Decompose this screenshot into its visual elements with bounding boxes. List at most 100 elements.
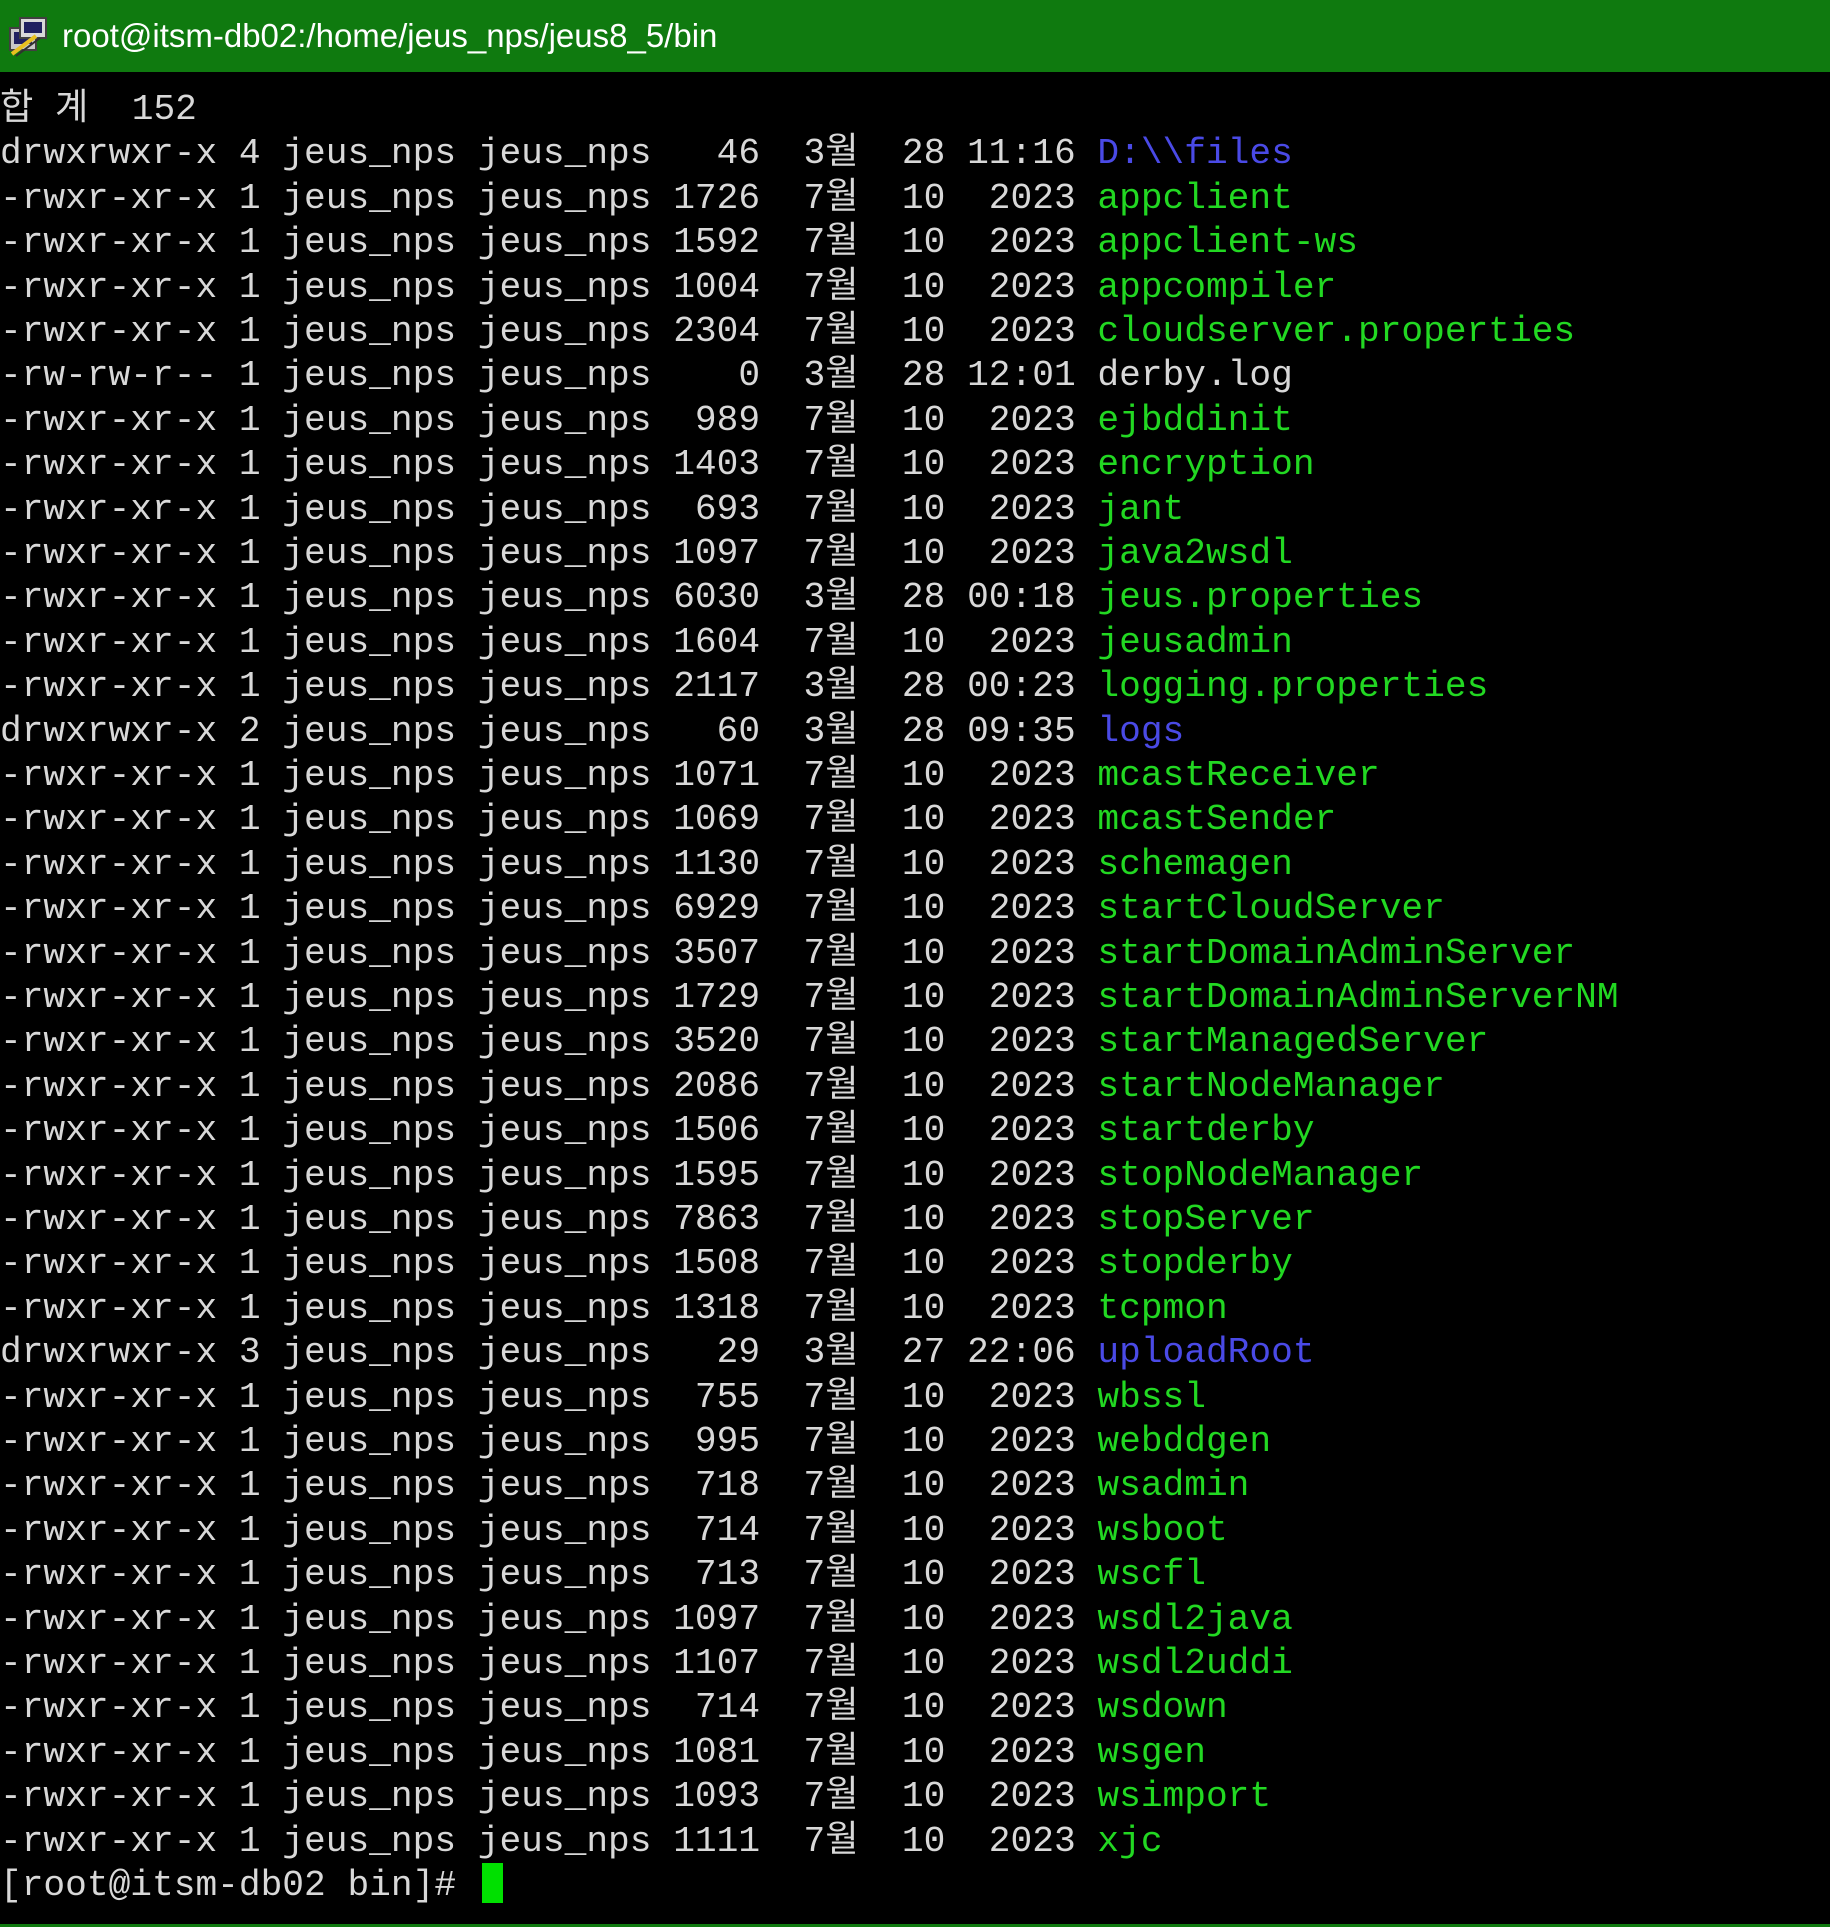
- listing-row: -rwxr-xr-x 1 jeus_nps jeus_nps 2304 7월 1…: [0, 310, 1575, 354]
- file-name: schemagen: [1097, 843, 1293, 885]
- file-name: appclient-ws: [1097, 222, 1358, 264]
- file-name: logging.properties: [1097, 666, 1489, 708]
- file-name: wscfl: [1097, 1554, 1206, 1596]
- listing-row: drwxrwxr-x 4 jeus_nps jeus_nps 46 3월 28 …: [0, 132, 1293, 176]
- file-name: mcastReceiver: [1097, 755, 1380, 796]
- file-name: startderby: [1097, 1110, 1315, 1152]
- file-meta: -rwxr-xr-x 1 jeus_nps jeus_nps 1069 7월 1…: [0, 799, 1098, 841]
- file-meta: -rwxr-xr-x 1 jeus_nps jeus_nps 1595 7월 1…: [0, 1154, 1098, 1196]
- file-name: cloudserver.properties: [1097, 311, 1576, 352]
- file-name: wsdl2java: [1097, 1598, 1293, 1640]
- listing-row: -rwxr-xr-x 1 jeus_nps jeus_nps 6929 7월 1…: [0, 887, 1445, 931]
- listing-row: -rwxr-xr-x 1 jeus_nps jeus_nps 1403 7월 1…: [0, 443, 1315, 487]
- listing-row: -rwxr-xr-x 1 jeus_nps jeus_nps 1111 7월 1…: [0, 1820, 1163, 1864]
- file-name: ejbddinit: [1097, 399, 1293, 441]
- listing-row: -rwxr-xr-x 1 jeus_nps jeus_nps 1093 7월 1…: [0, 1775, 1271, 1819]
- listing-row: -rwxr-xr-x 1 jeus_nps jeus_nps 1097 7월 1…: [0, 1598, 1293, 1642]
- prompt-line[interactable]: [root@itsm-db02 bin]#: [0, 1863, 503, 1908]
- listing-row: drwxrwxr-x 2 jeus_nps jeus_nps 60 3월 28 …: [0, 710, 1184, 754]
- listing-row: -rwxr-xr-x 1 jeus_nps jeus_nps 1081 7월 1…: [0, 1731, 1206, 1775]
- listing-row: -rwxr-xr-x 1 jeus_nps jeus_nps 1107 7월 1…: [0, 1642, 1293, 1686]
- file-meta: -rwxr-xr-x 1 jeus_nps jeus_nps 1506 7월 1…: [0, 1110, 1098, 1152]
- file-meta: -rwxr-xr-x 1 jeus_nps jeus_nps 755 7월 10…: [0, 1376, 1098, 1418]
- terminal-output[interactable]: 합 계 152 drwxrwxr-x 4 jeus_nps jeus_nps 4…: [0, 88, 1830, 1927]
- listing-row: -rwxr-xr-x 1 jeus_nps jeus_nps 1097 7월 1…: [0, 532, 1293, 576]
- listing-row: -rwxr-xr-x 1 jeus_nps jeus_nps 714 7월 10…: [0, 1686, 1228, 1730]
- file-meta: drwxrwxr-x 2 jeus_nps jeus_nps 60 3월 28 …: [0, 710, 1098, 752]
- file-meta: -rwxr-xr-x 1 jeus_nps jeus_nps 1081 7월 1…: [0, 1731, 1098, 1773]
- listing-row: -rwxr-xr-x 1 jeus_nps jeus_nps 1004 7월 1…: [0, 266, 1336, 310]
- file-name: stopNodeManager: [1097, 1154, 1424, 1196]
- file-name: webddgen: [1097, 1421, 1272, 1462]
- file-meta: -rwxr-xr-x 1 jeus_nps jeus_nps 1097 7월 1…: [0, 1598, 1098, 1640]
- file-name: wsadmin: [1097, 1465, 1250, 1507]
- listing-row: -rw-rw-r-- 1 jeus_nps jeus_nps 0 3월 28 1…: [0, 354, 1293, 398]
- listing-row: -rwxr-xr-x 1 jeus_nps jeus_nps 1506 7월 1…: [0, 1109, 1315, 1153]
- file-meta: -rwxr-xr-x 1 jeus_nps jeus_nps 6030 3월 2…: [0, 577, 1098, 619]
- file-name: wsdl2uddi: [1097, 1643, 1293, 1684]
- listing-row: -rwxr-xr-x 1 jeus_nps jeus_nps 989 7월 10…: [0, 399, 1293, 443]
- file-name: startDomainAdminServer: [1097, 932, 1576, 974]
- title-bar[interactable]: root@itsm-db02:/home/jeus_nps/jeus8_5/bi…: [0, 0, 1830, 72]
- listing-row: -rwxr-xr-x 1 jeus_nps jeus_nps 2117 3월 2…: [0, 665, 1488, 709]
- directory-name: logs: [1097, 710, 1185, 752]
- listing-row: -rwxr-xr-x 1 jeus_nps jeus_nps 1729 7월 1…: [0, 976, 1619, 1020]
- file-meta: -rwxr-xr-x 1 jeus_nps jeus_nps 1130 7월 1…: [0, 843, 1098, 885]
- listing-row: -rwxr-xr-x 1 jeus_nps jeus_nps 7863 7월 1…: [0, 1198, 1315, 1242]
- listing-row: -rwxr-xr-x 1 jeus_nps jeus_nps 3520 7월 1…: [0, 1020, 1488, 1064]
- listing-row: -rwxr-xr-x 1 jeus_nps jeus_nps 718 7월 10…: [0, 1464, 1249, 1508]
- file-name: encryption: [1097, 444, 1315, 486]
- file-name: jeus.properties: [1097, 577, 1424, 619]
- listing-row: -rwxr-xr-x 1 jeus_nps jeus_nps 3507 7월 1…: [0, 932, 1575, 976]
- file-meta: -rwxr-xr-x 1 jeus_nps jeus_nps 1403 7월 1…: [0, 444, 1098, 486]
- listing-row: -rwxr-xr-x 1 jeus_nps jeus_nps 755 7월 10…: [0, 1376, 1206, 1420]
- file-name: jeusadmin: [1097, 621, 1293, 663]
- window-title: root@itsm-db02:/home/jeus_nps/jeus8_5/bi…: [62, 17, 718, 54]
- file-name: wsdown: [1097, 1687, 1228, 1729]
- file-meta: -rwxr-xr-x 1 jeus_nps jeus_nps 1318 7월 1…: [0, 1287, 1098, 1329]
- listing-row: -rwxr-xr-x 1 jeus_nps jeus_nps 2086 7월 1…: [0, 1065, 1445, 1109]
- file-name: stopServer: [1097, 1199, 1315, 1240]
- file-name: startNodeManager: [1097, 1065, 1445, 1107]
- file-name: tcpmon: [1097, 1287, 1228, 1329]
- terminal-window: root@itsm-db02:/home/jeus_nps/jeus8_5/bi…: [0, 0, 1830, 1927]
- total-line: 합 계 152: [0, 89, 197, 130]
- listing-row: drwxrwxr-x 3 jeus_nps jeus_nps 29 3월 27 …: [0, 1331, 1315, 1375]
- listing-row: -rwxr-xr-x 1 jeus_nps jeus_nps 1595 7월 1…: [0, 1154, 1423, 1198]
- file-name: wsimport: [1097, 1776, 1272, 1818]
- file-name: stopderby: [1097, 1243, 1293, 1285]
- file-meta: -rwxr-xr-x 1 jeus_nps jeus_nps 989 7월 10…: [0, 399, 1098, 441]
- file-meta: -rwxr-xr-x 1 jeus_nps jeus_nps 1107 7월 1…: [0, 1643, 1098, 1684]
- file-name: appcompiler: [1097, 266, 1337, 308]
- file-meta: -rwxr-xr-x 1 jeus_nps jeus_nps 714 7월 10…: [0, 1509, 1098, 1551]
- file-meta: -rwxr-xr-x 1 jeus_nps jeus_nps 1604 7월 1…: [0, 621, 1098, 663]
- file-name: mcastSender: [1097, 799, 1337, 841]
- listing-row: -rwxr-xr-x 1 jeus_nps jeus_nps 1726 7월 1…: [0, 177, 1293, 221]
- file-name: wbssl: [1097, 1376, 1206, 1418]
- listing-row: -rwxr-xr-x 1 jeus_nps jeus_nps 1508 7월 1…: [0, 1242, 1293, 1286]
- file-meta: -rwxr-xr-x 1 jeus_nps jeus_nps 1592 7월 1…: [0, 222, 1098, 264]
- file-meta: -rwxr-xr-x 1 jeus_nps jeus_nps 1093 7월 1…: [0, 1776, 1098, 1818]
- file-name: derby.log: [1097, 355, 1293, 397]
- file-meta: -rwxr-xr-x 1 jeus_nps jeus_nps 1111 7월 1…: [0, 1820, 1098, 1862]
- file-meta: -rwxr-xr-x 1 jeus_nps jeus_nps 7863 7월 1…: [0, 1199, 1098, 1240]
- file-meta: -rwxr-xr-x 1 jeus_nps jeus_nps 1071 7월 1…: [0, 755, 1098, 796]
- file-name: startManagedServer: [1097, 1021, 1489, 1063]
- file-meta: -rwxr-xr-x 1 jeus_nps jeus_nps 1726 7월 1…: [0, 177, 1098, 219]
- file-name: jant: [1097, 488, 1185, 530]
- listing-row: -rwxr-xr-x 1 jeus_nps jeus_nps 6030 3월 2…: [0, 576, 1423, 620]
- listing-row: -rwxr-xr-x 1 jeus_nps jeus_nps 1604 7월 1…: [0, 621, 1293, 665]
- listing-row: -rwxr-xr-x 1 jeus_nps jeus_nps 1130 7월 1…: [0, 843, 1293, 887]
- file-meta: -rwxr-xr-x 1 jeus_nps jeus_nps 2117 3월 2…: [0, 666, 1098, 708]
- file-meta: -rwxr-xr-x 1 jeus_nps jeus_nps 1004 7월 1…: [0, 266, 1098, 308]
- file-meta: -rwxr-xr-x 1 jeus_nps jeus_nps 713 7월 10…: [0, 1554, 1098, 1596]
- file-meta: -rwxr-xr-x 1 jeus_nps jeus_nps 995 7월 10…: [0, 1421, 1098, 1462]
- directory-name: D:\\files: [1097, 133, 1293, 175]
- file-name: wsboot: [1097, 1509, 1228, 1551]
- file-name: startCloudServer: [1097, 888, 1445, 930]
- file-meta: -rwxr-xr-x 1 jeus_nps jeus_nps 1729 7월 1…: [0, 977, 1098, 1018]
- file-meta: -rwxr-xr-x 1 jeus_nps jeus_nps 3507 7월 1…: [0, 932, 1098, 974]
- file-meta: -rwxr-xr-x 1 jeus_nps jeus_nps 3520 7월 1…: [0, 1021, 1098, 1063]
- file-meta: drwxrwxr-x 4 jeus_nps jeus_nps 46 3월 28 …: [0, 133, 1098, 175]
- file-name: appclient: [1097, 177, 1293, 219]
